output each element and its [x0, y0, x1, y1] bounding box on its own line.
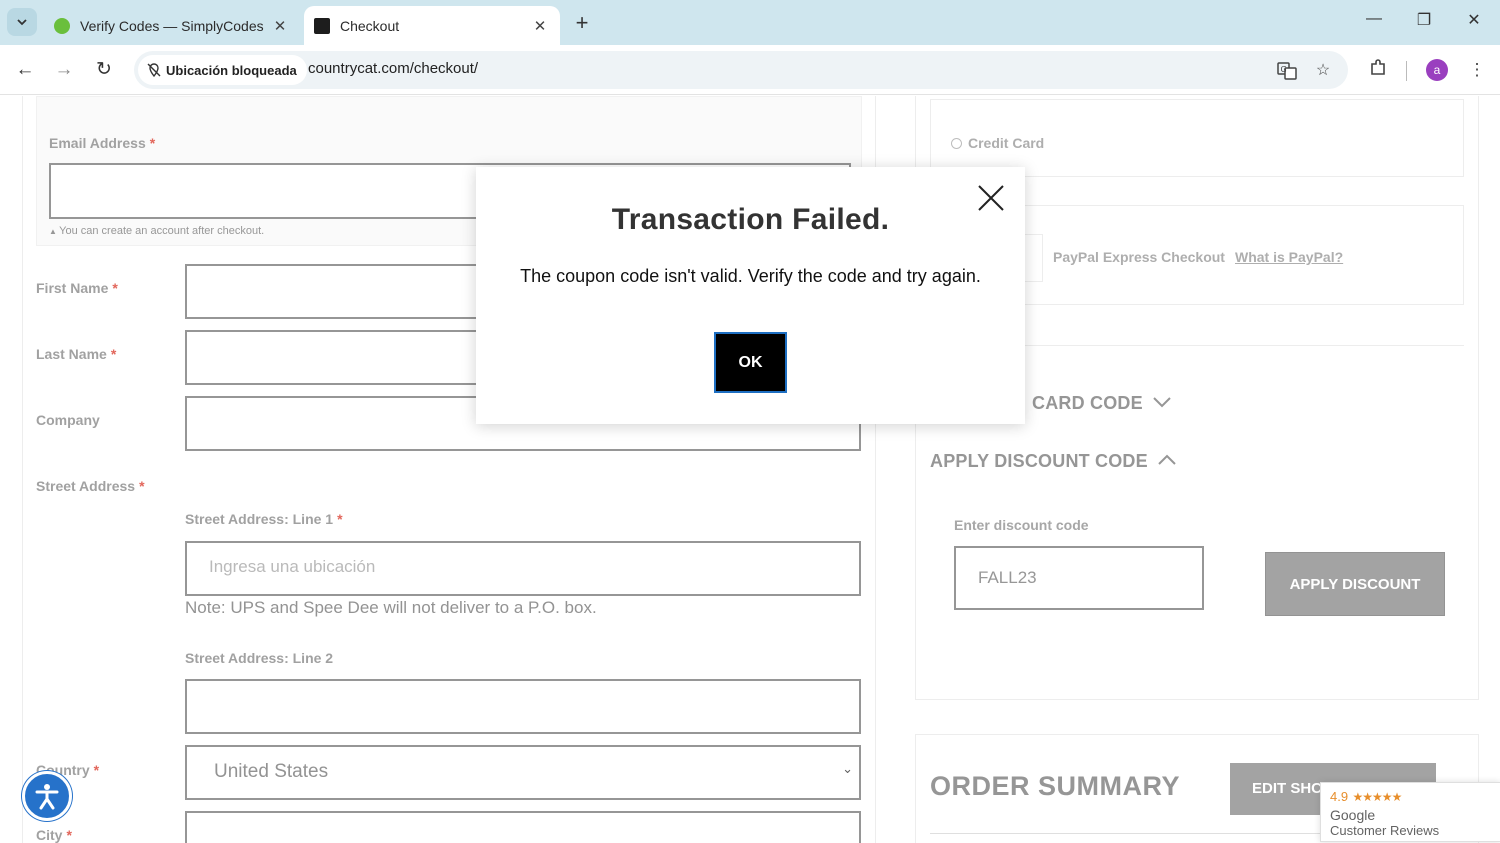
ok-button[interactable]: OK: [714, 332, 787, 393]
browser-tab-strip: Verify Codes — SimplyCodes ✕ Checkout ✕ …: [0, 0, 1500, 45]
browser-toolbar: ← → ↻ Ubicación bloqueada countrycat.com…: [0, 45, 1500, 95]
site-status-label: Ubicación bloqueada: [166, 62, 297, 78]
translate-icon[interactable]: G: [1277, 61, 1297, 81]
close-window-icon[interactable]: ✕: [1459, 10, 1489, 30]
simplycodes-favicon-icon: [54, 17, 70, 34]
tab-checkout[interactable]: Checkout ✕: [304, 6, 560, 45]
back-arrow-icon[interactable]: ←: [12, 57, 38, 83]
forward-arrow-icon[interactable]: →: [51, 57, 77, 83]
minimize-window-icon[interactable]: —: [1359, 10, 1389, 28]
url-text[interactable]: countrycat.com/checkout/: [308, 60, 478, 77]
reload-icon[interactable]: ↻: [91, 57, 117, 83]
new-tab-icon[interactable]: +: [570, 10, 594, 36]
tab-title: Verify Codes — SimplyCodes: [80, 17, 264, 34]
toolbar-separator: [1406, 61, 1407, 81]
more-menu-icon[interactable]: ⋮: [1465, 58, 1489, 82]
extensions-puzzle-icon[interactable]: [1366, 58, 1390, 82]
close-tab-icon[interactable]: ✕: [530, 17, 550, 35]
transaction-failed-dialog: Transaction Failed. The coupon code isn'…: [476, 167, 1025, 424]
countrycat-favicon-icon: [314, 17, 330, 34]
chevron-down-icon: [17, 19, 27, 26]
profile-avatar[interactable]: a: [1426, 59, 1448, 81]
tab-verify-codes[interactable]: Verify Codes — SimplyCodes ✕: [44, 6, 300, 45]
bookmark-star-icon[interactable]: ☆: [1313, 61, 1333, 81]
dialog-message: The coupon code isn't valid. Verify the …: [520, 266, 981, 286]
location-blocked-icon: [147, 63, 161, 78]
site-info-chip[interactable]: Ubicación bloqueada: [138, 55, 307, 85]
dialog-title: Transaction Failed.: [611, 203, 890, 236]
restore-window-icon[interactable]: ❐: [1409, 10, 1439, 30]
address-bar[interactable]: Ubicación bloqueada countrycat.com/check…: [134, 51, 1348, 89]
tab-title: Checkout: [340, 17, 400, 34]
close-tab-icon[interactable]: ✕: [270, 17, 290, 35]
svg-text:G: G: [1281, 65, 1287, 74]
tab-search-button[interactable]: [7, 8, 37, 36]
